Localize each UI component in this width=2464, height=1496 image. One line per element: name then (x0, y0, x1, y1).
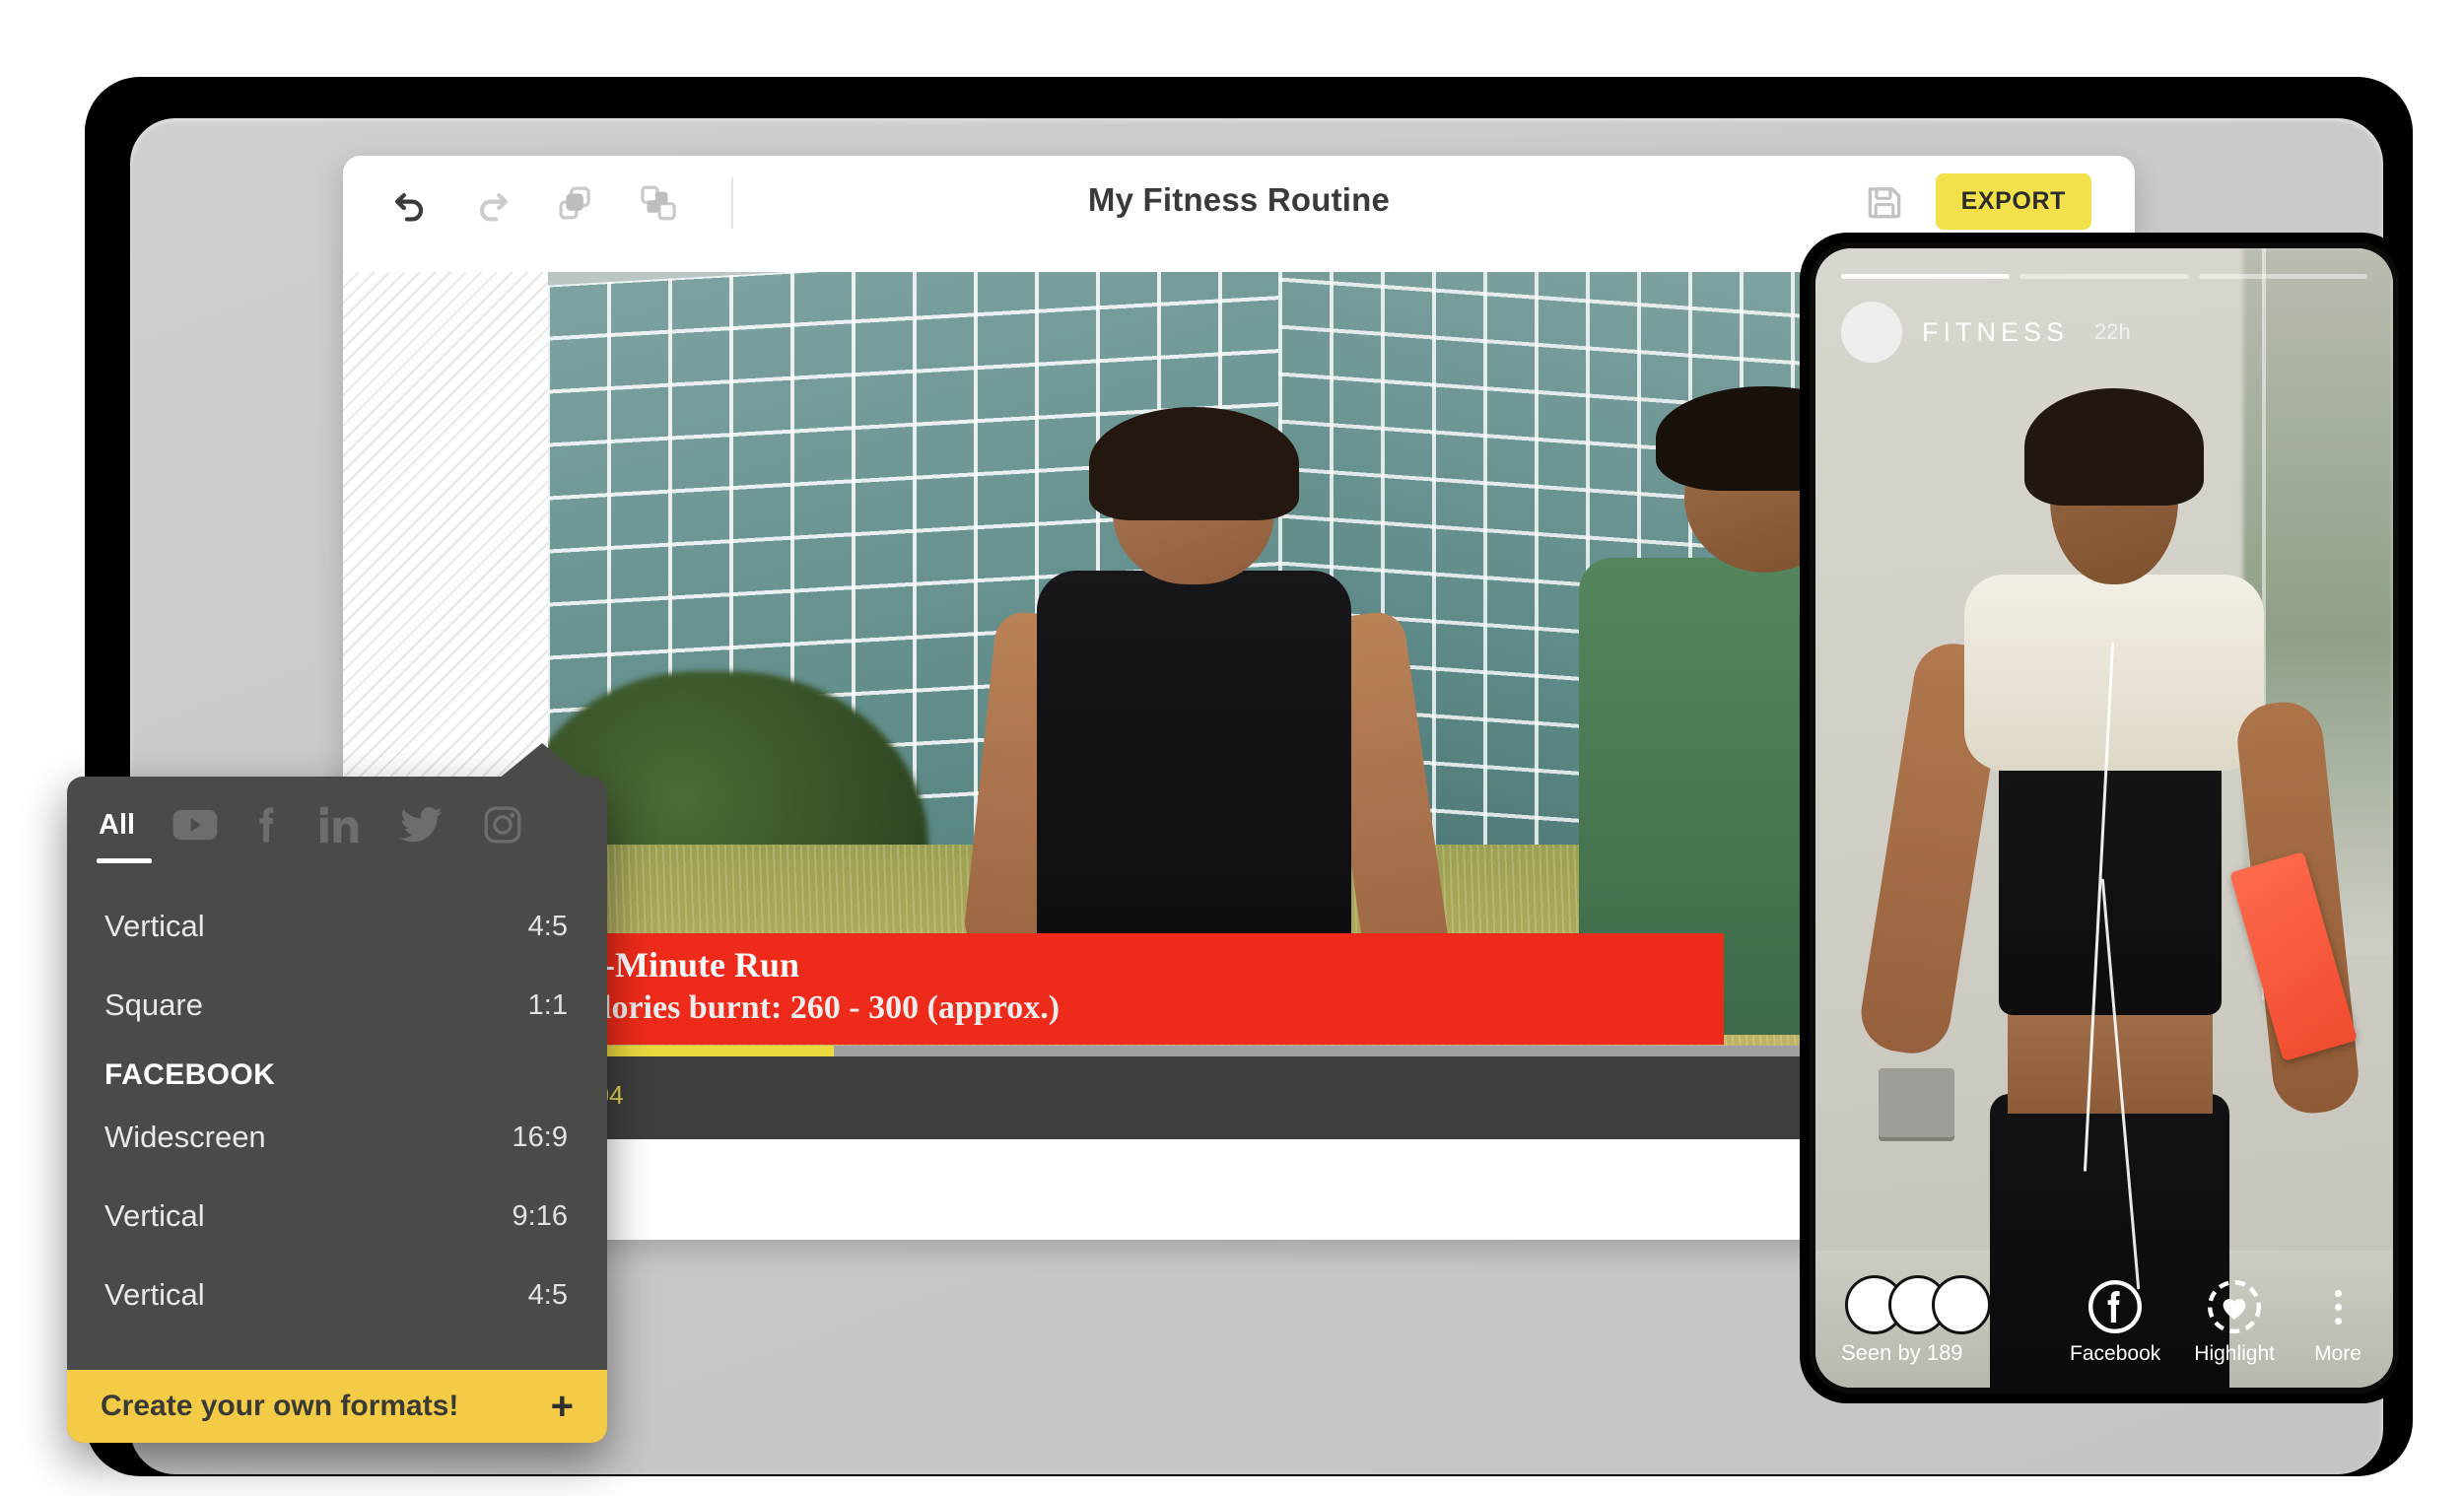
share-to-facebook-button[interactable]: Facebook (2070, 1277, 2160, 1366)
export-button[interactable]: EXPORT (1935, 173, 2091, 230)
save-button[interactable] (1859, 176, 1910, 228)
format-item-ratio: 4:5 (527, 1278, 568, 1311)
create-own-formats-label: Create your own formats! (101, 1390, 459, 1422)
tab-twitter[interactable] (399, 802, 445, 848)
format-item-name: Vertical (104, 1277, 205, 1312)
seen-by-block[interactable]: Seen by 189 (1841, 1275, 1991, 1366)
tab-all[interactable]: All (97, 802, 152, 863)
woman-hair (2024, 387, 2205, 507)
twitter-icon (399, 807, 443, 843)
tab-facebook[interactable] (255, 802, 281, 848)
story-subject-woman (1856, 387, 2362, 1388)
more-button[interactable]: More (2308, 1277, 2367, 1366)
format-item-name: Square (104, 987, 203, 1022)
format-list: Vertical 4:5 Square 1:1 FACEBOOK Widescreen 16… (67, 848, 607, 1334)
format-platform-tabs: All (67, 777, 607, 863)
story-action-buttons: Facebook Highlight More (2070, 1277, 2367, 1366)
create-own-formats-button[interactable]: Create your own formats! + (67, 1370, 607, 1443)
facebook-action-label: Facebook (2070, 1342, 2161, 1365)
format-item-name: Widescreen (104, 1120, 266, 1154)
tab-youtube[interactable] (172, 802, 218, 848)
format-item-ratio: 1:1 (527, 988, 568, 1021)
more-action-label: More (2314, 1342, 2361, 1365)
format-item-name: Vertical (104, 1198, 205, 1233)
story-background-image (1815, 248, 2393, 1388)
youtube-icon (172, 809, 218, 841)
format-selector-panel: All Vertical 4:5 Square 1:1 FACEBOOK Wid… (67, 743, 607, 1443)
highlight-button[interactable]: Highlight (2194, 1277, 2275, 1366)
facebook-circle-icon (2086, 1277, 2145, 1336)
phone-device-body: FITNESS 22h Seen by 189 Facebook Highlig… (1810, 242, 2399, 1394)
avatar[interactable] (1841, 302, 1902, 363)
story-username: FITNESS (1922, 316, 2070, 347)
plus-icon: + (550, 1385, 574, 1428)
caption-line-1: o-Minute Run (585, 944, 800, 985)
caption-line-2: alories burnt: 260 - 300 (approx.) (585, 988, 1061, 1026)
facebook-icon (259, 807, 274, 843)
heart-icon (2205, 1277, 2264, 1336)
instagram-icon (484, 806, 521, 844)
save-icon (1868, 186, 1900, 218)
caption-overlay[interactable]: o-Minute Run alories burnt: 260 - 300 (a… (548, 932, 1724, 1045)
format-list-item[interactable]: Vertical 9:16 (67, 1177, 607, 1256)
story-footer: Seen by 189 Facebook Highlight More (1815, 1258, 2393, 1366)
linkedin-icon (320, 806, 359, 844)
seen-avatar-3 (1932, 1275, 1991, 1334)
story-timestamp: 22h (2094, 319, 2131, 344)
panel-pointer-arrow (499, 743, 585, 779)
format-list-item[interactable]: Vertical 4:5 (67, 1256, 607, 1334)
format-item-name: Vertical (104, 909, 205, 943)
seen-by-avatars (1845, 1275, 1991, 1334)
runner-woman-hair (1089, 406, 1299, 521)
tab-instagram[interactable] (482, 802, 523, 848)
story-header: FITNESS 22h (1841, 302, 2131, 363)
phone-screen[interactable]: FITNESS 22h Seen by 189 Facebook Highlig… (1815, 248, 2393, 1388)
tab-active-underline (97, 858, 152, 863)
story-segment-3[interactable] (2198, 274, 2367, 279)
format-list-item[interactable]: Square 1:1 (67, 966, 607, 1045)
format-list-item[interactable]: Widescreen 16:9 (67, 1098, 607, 1177)
tab-all-label: All (99, 808, 136, 841)
highlight-action-label: Highlight (2194, 1342, 2275, 1365)
story-segment-2[interactable] (2019, 274, 2189, 279)
format-group-header: FACEBOOK (104, 1058, 276, 1091)
tab-linkedin[interactable] (318, 802, 362, 848)
woman-towel (1964, 574, 2264, 771)
format-item-ratio: 4:5 (527, 910, 568, 942)
format-item-ratio: 16:9 (512, 1121, 568, 1153)
more-dots-icon (2308, 1277, 2367, 1336)
format-list-item[interactable]: Vertical 4:5 (67, 887, 607, 966)
toolbar-right-actions: EXPORT (1859, 173, 2091, 230)
story-progress-segments[interactable] (1841, 274, 2367, 279)
story-segment-1[interactable] (1841, 274, 2011, 279)
seen-by-label: Seen by 189 (1841, 1340, 1963, 1365)
format-item-ratio: 9:16 (512, 1199, 568, 1232)
